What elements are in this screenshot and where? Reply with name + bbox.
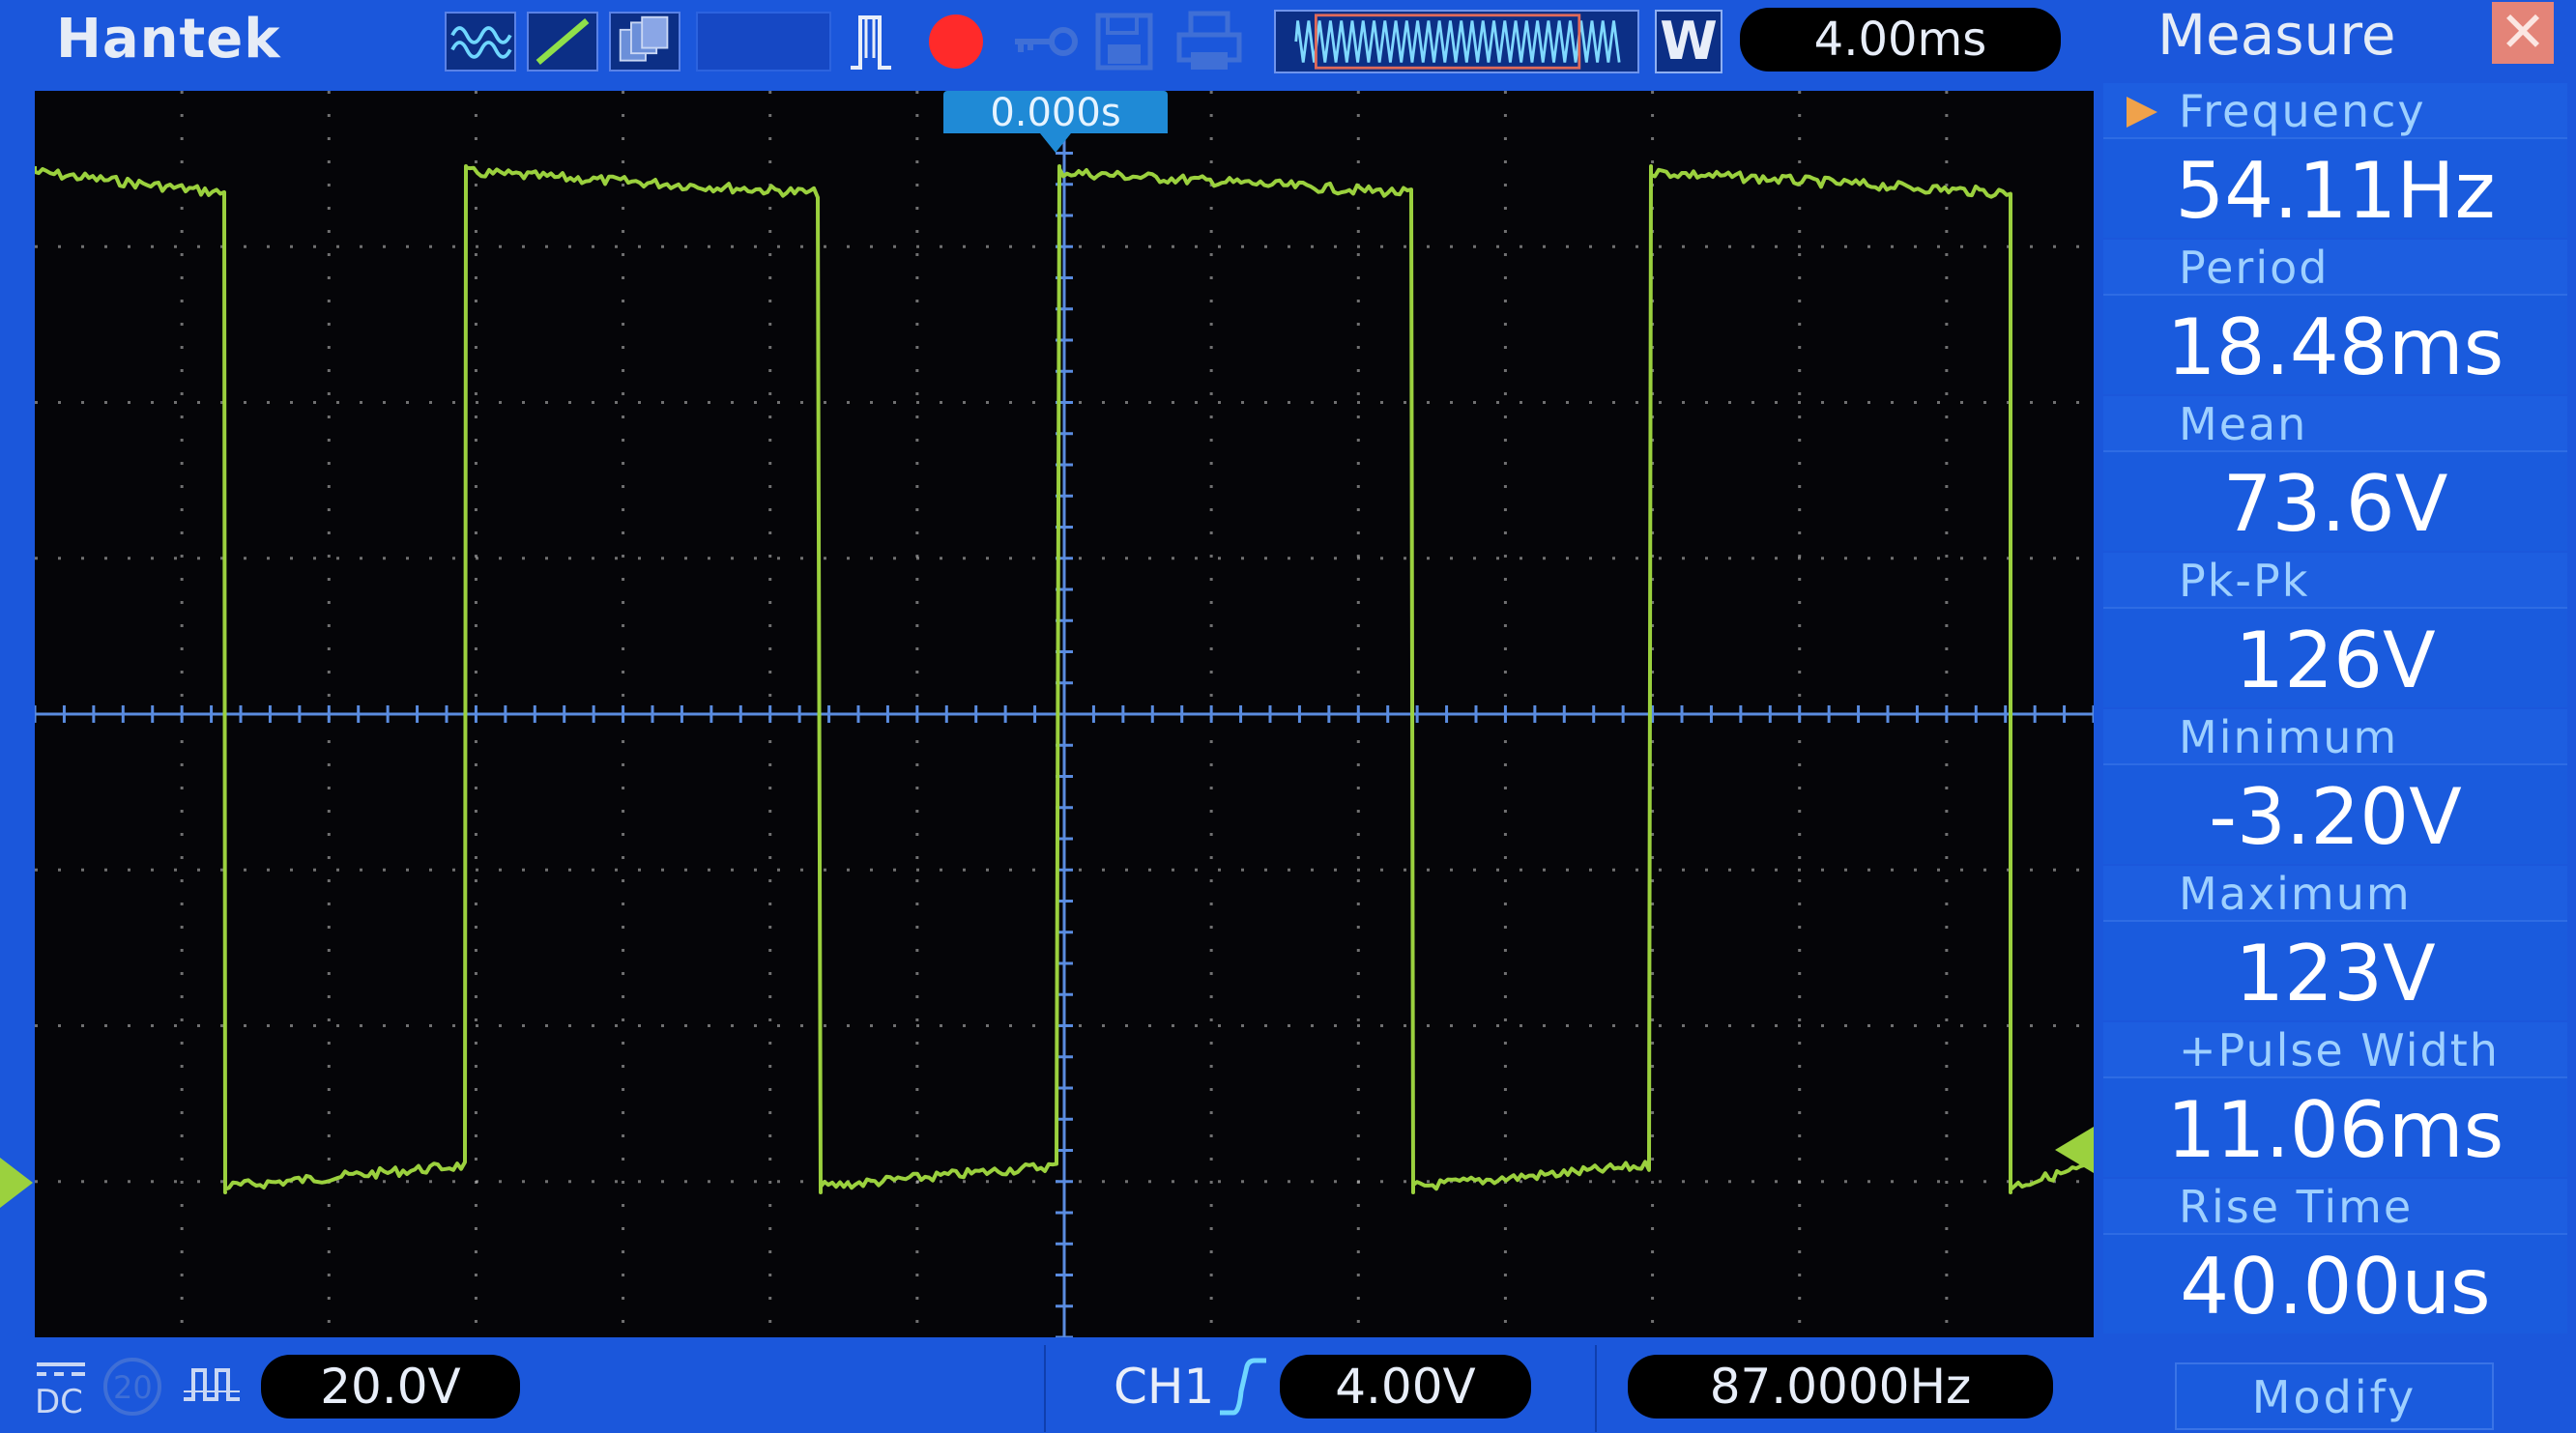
measure-label: Maximum [2103,866,2567,920]
measure-value: 123V [2103,920,2567,1020]
measure-label: Pk-Pk [2103,553,2567,607]
oscilloscope-display: Hantek W 4.00ms 0.000s Measure ✕ Frequen… [0,0,2576,1433]
rising-edge-icon[interactable] [1216,1353,1268,1420]
modify-button[interactable]: Modify [2175,1362,2494,1430]
single-trigger-icon[interactable] [847,10,895,73]
bottom-status-bar: DC 20 20.0V CH1 4.00V 87.0000Hz [0,1345,2098,1433]
selected-arrow-icon [2127,97,2157,128]
timebase-readout[interactable]: 4.00ms [1740,8,2061,72]
persistence-icon[interactable] [609,12,680,72]
measure-item-period[interactable]: Period 18.48ms [2103,240,2567,394]
measure-item-rise-time[interactable]: Rise Time 40.00us [2103,1179,2567,1333]
trigger-frequency-readout: 87.0000Hz [1628,1355,2053,1419]
coupling-label: DC [35,1383,83,1420]
trigger-position-readout[interactable]: 0.000s [943,91,1168,153]
run-stop-icon[interactable] [926,10,986,73]
measure-label: Frequency [2103,83,2567,137]
waveform-icon[interactable] [445,12,516,72]
measure-value: 126V [2103,607,2567,707]
measure-value: 18.48ms [2103,294,2567,394]
measure-header: Measure ✕ [2099,0,2576,75]
memory-window-waveform [1294,20,1621,63]
measure-item-pulse-width[interactable]: +Pulse Width 11.06ms [2103,1022,2567,1177]
measure-item-frequency[interactable]: Frequency 54.11Hz [2103,83,2567,238]
save-icon[interactable] [1092,10,1156,73]
empty-toolbar-slot [696,12,831,72]
measure-title: Measure [2157,2,2396,68]
divider [1044,1345,1046,1432]
measure-panel: Measure ✕ Frequency 54.11Hz Period 18.48… [2099,0,2576,1433]
measure-item-pk-pk[interactable]: Pk-Pk 126V [2103,553,2567,707]
bandwidth-limit-label: 20 [113,1369,153,1406]
measure-item-mean[interactable]: Mean 73.6V [2103,396,2567,551]
trigger-level-marker[interactable] [2055,1127,2094,1173]
measure-label: Period [2103,240,2567,294]
measure-value: -3.20V [2103,763,2567,864]
measure-label: +Pulse Width [2103,1022,2567,1076]
print-icon[interactable] [1173,10,1245,73]
divider [1595,1345,1597,1432]
trigger-level-readout[interactable]: 4.00V [1280,1355,1531,1419]
measure-label: Mean [2103,396,2567,450]
measure-value: 40.00us [2103,1233,2567,1333]
channel-waveform-icon[interactable] [180,1353,244,1420]
ch1-ground-marker[interactable] [0,1158,33,1208]
measure-value: 11.06ms [2103,1076,2567,1177]
memory-window-icon[interactable] [1274,10,1639,73]
brand-logo: Hantek [56,8,281,71]
measure-value: 54.11Hz [2103,137,2567,238]
measure-item-minimum[interactable]: Minimum -3.20V [2103,709,2567,864]
measure-item-maximum[interactable]: Maximum 123V [2103,866,2567,1020]
volts-per-div-readout[interactable]: 20.0V [261,1355,520,1419]
memory-window-badge: W [1655,10,1722,73]
close-icon[interactable]: ✕ [2492,2,2554,64]
trigger-slope-icon[interactable] [527,12,598,72]
key-icon [1009,10,1081,73]
dc-coupling-icon[interactable]: DC [31,1353,91,1420]
bandwidth-limit-icon[interactable]: 20 [101,1353,164,1420]
measure-label: Minimum [2103,709,2567,763]
measure-value: 73.6V [2103,450,2567,551]
measure-label: Rise Time [2103,1179,2567,1233]
trigger-channel-label: CH1 [1114,1359,1215,1415]
top-toolbar: Hantek W 4.00ms [0,0,2098,85]
waveform-screen[interactable] [35,91,2094,1337]
graticule [35,91,2094,1337]
